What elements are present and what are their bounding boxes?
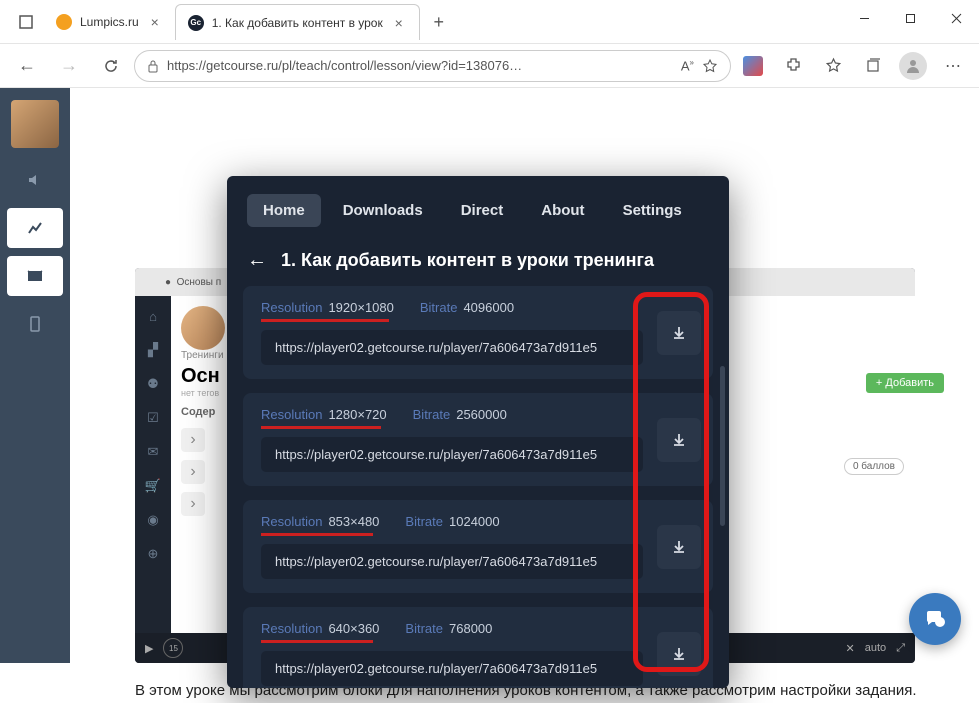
highlight-underline — [261, 533, 373, 536]
auto-quality[interactable]: auto — [865, 642, 886, 654]
tab-title: 1. Как добавить контент в урок — [212, 16, 383, 30]
back-button[interactable]: ← — [8, 48, 46, 84]
sidebar-sound-icon[interactable] — [7, 160, 63, 200]
menu-button[interactable]: ⋯ — [935, 48, 971, 84]
vf-inner-sidebar: ⌂ ▞ ⚉ ☑ ✉ 🛒 ◉ ⊕ — [135, 296, 171, 663]
tab-lumpics[interactable]: Lumpics.ru × — [44, 4, 175, 40]
resolution-item: Resolution853×480 Bitrate1024000 https:/… — [243, 500, 713, 593]
lumpics-favicon-icon — [56, 14, 72, 30]
globe-icon: ⊕ — [139, 540, 167, 568]
play-icon[interactable]: ▶ — [145, 642, 153, 655]
app-sidebar — [0, 88, 70, 663]
chevron-right-icon: › — [181, 428, 205, 452]
sidebar-mail-icon[interactable] — [7, 256, 63, 296]
favorite-icon[interactable] — [702, 58, 718, 74]
collections-icon[interactable] — [855, 48, 891, 84]
getcourse-favicon-icon: Gc — [188, 15, 204, 31]
instructor-avatar — [181, 306, 225, 350]
popup-nav: Home Downloads Direct About Settings — [227, 176, 729, 239]
address-bar[interactable]: https://getcourse.ru/pl/teach/control/le… — [134, 50, 731, 82]
fullscreen-icon[interactable]: ⤢ — [896, 642, 905, 655]
highlight-underline — [261, 319, 389, 322]
msg-icon: ◉ — [139, 506, 167, 534]
highlight-underline — [261, 426, 381, 429]
nav-downloads[interactable]: Downloads — [327, 194, 439, 227]
resolution-item: Resolution1920×1080 Bitrate4096000 https… — [243, 286, 713, 379]
maximize-button[interactable] — [887, 0, 933, 36]
scrollbar[interactable] — [720, 366, 725, 526]
downloader-extension-icon[interactable] — [735, 48, 771, 84]
stream-url[interactable]: https://player02.getcourse.ru/player/7a6… — [261, 437, 643, 472]
check-icon: ☑ — [139, 404, 167, 432]
users-icon: ⚉ — [139, 370, 167, 398]
add-button[interactable]: + Добавить — [866, 373, 944, 393]
popup-title: 1. Как добавить контент в уроки тренинга — [281, 250, 654, 271]
resolution-item: Resolution1280×720 Bitrate2560000 https:… — [243, 393, 713, 486]
cart-icon: 🛒 — [139, 472, 167, 500]
reader-mode-icon[interactable]: A» — [681, 58, 694, 73]
tab-title: Lumpics.ru — [80, 15, 139, 29]
downloader-popup: Home Downloads Direct About Settings ← 1… — [227, 176, 729, 688]
user-avatar[interactable] — [11, 100, 59, 148]
nav-home[interactable]: Home — [247, 194, 321, 227]
chat-fab-button[interactable] — [909, 593, 961, 645]
settings-icon[interactable]: ✕ — [846, 642, 855, 655]
highlight-underline — [261, 640, 373, 643]
rewind-icon[interactable]: 15 — [163, 638, 183, 658]
close-window-button[interactable] — [933, 0, 979, 36]
download-button[interactable] — [657, 525, 701, 569]
minimize-button[interactable] — [841, 0, 887, 36]
close-tab-icon[interactable]: × — [147, 14, 163, 30]
tab-getcourse[interactable]: Gc 1. Как добавить контент в урок × — [175, 4, 420, 40]
nav-about[interactable]: About — [525, 194, 600, 227]
url-text: https://getcourse.ru/pl/teach/control/le… — [167, 58, 673, 73]
stream-url[interactable]: https://player02.getcourse.ru/player/7a6… — [261, 544, 643, 579]
profile-button[interactable] — [895, 48, 931, 84]
mail-icon: ✉ — [139, 438, 167, 466]
nav-direct[interactable]: Direct — [445, 194, 520, 227]
close-tab-icon[interactable]: × — [391, 15, 407, 31]
extensions-icon[interactable] — [775, 48, 811, 84]
sidebar-mobile-icon[interactable] — [7, 304, 63, 344]
chevron-right-icon: › — [181, 460, 205, 484]
back-arrow-icon[interactable]: ← — [247, 249, 267, 272]
favorites-icon[interactable] — [815, 48, 851, 84]
forward-button: → — [50, 48, 88, 84]
chart-icon: ▞ — [139, 336, 167, 364]
stream-url[interactable]: https://player02.getcourse.ru/player/7a6… — [261, 651, 643, 686]
refresh-button[interactable] — [92, 48, 130, 84]
stream-url[interactable]: https://player02.getcourse.ru/player/7a6… — [261, 330, 643, 365]
nav-settings[interactable]: Settings — [607, 194, 698, 227]
tabs-overview-button[interactable] — [8, 4, 44, 40]
lock-icon — [147, 59, 159, 73]
download-button[interactable] — [657, 418, 701, 462]
download-button[interactable] — [657, 311, 701, 355]
new-tab-button[interactable]: + — [424, 7, 454, 37]
home-icon: ⌂ — [139, 302, 167, 330]
chevron-right-icon: › — [181, 492, 205, 516]
download-button[interactable] — [657, 632, 701, 676]
points-badge: 0 баллов — [844, 458, 904, 475]
resolution-item: Resolution640×360 Bitrate768000 https://… — [243, 607, 713, 688]
sidebar-stats-icon[interactable] — [7, 208, 63, 248]
